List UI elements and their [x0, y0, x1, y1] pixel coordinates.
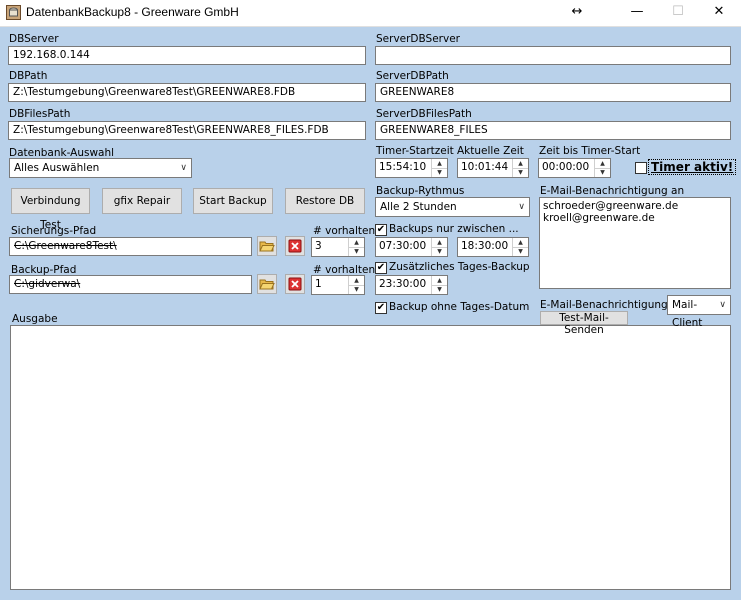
aktuelle-zeit-picker[interactable]: 10:01:44 ▲ ▼: [457, 158, 529, 178]
sicherungs-delete-button[interactable]: [285, 236, 305, 256]
spin-down-icon[interactable]: ▼: [432, 285, 447, 294]
sicherungs-pfad-input[interactable]: C:\Greenware8Test\: [9, 237, 252, 256]
backup-folder-button[interactable]: [257, 274, 277, 294]
zwischen-von-value: 07:30:00: [379, 240, 427, 252]
ausgabe-label: Ausgabe: [12, 313, 58, 325]
title-bar: DatenbankBackup8 - Greenware GmbH ↔ — ☐ …: [0, 0, 741, 27]
app-icon: [6, 5, 21, 20]
chevron-down-icon: ∨: [518, 202, 525, 212]
dbfilespath-label: DBFilesPath: [9, 108, 71, 120]
dbserver-label: DBServer: [9, 33, 59, 45]
zusaetzliches-tages-backup-label: Zusätzliches Tages-Backup: [389, 261, 530, 273]
minimize-button[interactable]: —: [614, 0, 660, 26]
serverdbserver-label: ServerDBServer: [376, 33, 460, 45]
sicherungs-folder-button[interactable]: [257, 236, 277, 256]
aktuelle-zeit-label: Aktuelle Zeit: [457, 145, 524, 157]
folder-open-icon: [259, 241, 275, 252]
spin-down-icon[interactable]: ▼: [349, 285, 364, 294]
restore-db-button[interactable]: Restore DB: [285, 188, 365, 214]
tages-backup-time-value: 23:30:00: [379, 278, 427, 290]
timer-startzeit-label: Timer-Startzeit: [376, 145, 454, 157]
tages-backup-time-picker[interactable]: 23:30:00 ▲ ▼: [375, 275, 448, 295]
backup-pfad-input[interactable]: C:\gidverwa\: [9, 275, 252, 294]
email-benachrichtigung-label: E-Mail-Benachrichtigung an: [540, 185, 685, 197]
red-x-delete-icon: [288, 277, 302, 291]
chevron-down-icon: ∨: [180, 163, 187, 173]
spin-down-icon[interactable]: ▼: [595, 168, 610, 177]
timer-startzeit-picker[interactable]: 15:54:10 ▲ ▼: [375, 158, 448, 178]
spin-down-icon[interactable]: ▼: [513, 168, 528, 177]
vorhalten-label-1: # vorhalten: [313, 225, 376, 237]
start-backup-button[interactable]: Start Backup: [193, 188, 273, 214]
chevron-down-icon: ∨: [719, 300, 726, 310]
email-recipient-1: schroeder@greenware.de: [543, 200, 679, 212]
datenbank-auswahl-dropdown[interactable]: Alles Auswählen ∨: [9, 158, 192, 178]
backup-delete-button[interactable]: [285, 274, 305, 294]
timer-aktiv-label: Timer aktiv!: [648, 159, 737, 175]
zeit-bis-timer-picker[interactable]: 00:00:00 ▲ ▼: [538, 158, 611, 178]
zwischen-bis-value: 18:30:00: [461, 240, 509, 252]
test-mail-senden-button[interactable]: Test-Mail-Senden: [540, 311, 628, 336]
zwischen-von-picker[interactable]: 07:30:00 ▲ ▼: [375, 237, 448, 257]
serverdbserver-input[interactable]: [375, 46, 731, 65]
spin-down-icon[interactable]: ▼: [432, 168, 447, 177]
main-panel: DBServer 192.168.0.144 DBPath Z:\Testumg…: [0, 27, 741, 600]
ausgabe-output[interactable]: [10, 325, 731, 590]
red-x-delete-icon: [288, 239, 302, 253]
zusaetzliches-tages-backup-checkbox[interactable]: ✔: [375, 262, 387, 274]
dbserver-input[interactable]: 192.168.0.144: [8, 46, 366, 65]
aktuelle-zeit-value: 10:01:44: [461, 161, 509, 173]
backups-nur-zwischen-label: Backups nur zwischen ...: [389, 223, 519, 235]
email-recipients-textarea[interactable]: schroeder@greenware.de kroell@greenware.…: [539, 197, 731, 289]
window-title: DatenbankBackup8 - Greenware GmbH: [26, 5, 239, 19]
zwischen-bis-picker[interactable]: 18:30:00 ▲ ▼: [457, 237, 529, 257]
email-recipient-2: kroell@greenware.de: [543, 212, 655, 224]
serverdbpath-label: ServerDBPath: [376, 70, 449, 82]
backup-ohne-tages-datum-label: Backup ohne Tages-Datum: [389, 301, 530, 313]
spin-down-icon[interactable]: ▼: [349, 247, 364, 256]
backup-ohne-tages-datum-checkbox[interactable]: ✔: [375, 302, 387, 314]
timer-aktiv-checkbox[interactable]: [635, 162, 647, 174]
dbpath-label: DBPath: [9, 70, 48, 82]
serverdbpath-input[interactable]: GREENWARE8: [375, 83, 731, 102]
zeit-bis-timer-value: 00:00:00: [542, 161, 590, 173]
serverdbfilespath-label: ServerDBFilesPath: [376, 108, 472, 120]
backup-rythmus-value: Alle 2 Stunden: [380, 201, 457, 213]
backup-rythmus-label: Backup-Rythmus: [376, 185, 465, 197]
timer-startzeit-value: 15:54:10: [379, 161, 427, 173]
verbindung-test-button[interactable]: Verbindung Test: [11, 188, 90, 231]
datenbank-auswahl-value: Alles Auswählen: [14, 162, 100, 174]
dbpath-input[interactable]: Z:\Testumgebung\Greenware8Test\GREENWARE…: [8, 83, 366, 102]
maximize-button[interactable]: ☐: [655, 0, 701, 26]
vorhalten-value-1: 3: [315, 240, 322, 252]
zeit-bis-timer-label: Zeit bis Timer-Start: [539, 145, 641, 157]
gfix-repair-button[interactable]: gfix Repair: [102, 188, 182, 214]
backup-rythmus-dropdown[interactable]: Alle 2 Stunden ∨: [375, 197, 530, 217]
vorhalten-value-2: 1: [315, 278, 322, 290]
folder-open-icon: [259, 279, 275, 290]
dbfilespath-input[interactable]: Z:\Testumgebung\Greenware8Test\GREENWARE…: [8, 121, 366, 140]
email-per-value: Mail-Client: [672, 299, 703, 329]
email-per-dropdown[interactable]: Mail-Client ∨: [667, 295, 731, 329]
resize-arrow-icon: ↔: [571, 4, 583, 19]
backups-nur-zwischen-checkbox[interactable]: ✔: [375, 224, 387, 236]
sicherungs-pfad-label: Sicherungs-Pfad: [11, 225, 97, 237]
serverdbfilespath-input[interactable]: GREENWARE8_FILES: [375, 121, 731, 140]
spin-down-icon[interactable]: ▼: [432, 247, 447, 256]
vorhalten-stepper-1[interactable]: 3 ▲ ▼: [311, 237, 365, 257]
close-button[interactable]: ✕: [696, 0, 741, 26]
vorhalten-stepper-2[interactable]: 1 ▲ ▼: [311, 275, 365, 295]
spin-down-icon[interactable]: ▼: [513, 247, 528, 256]
